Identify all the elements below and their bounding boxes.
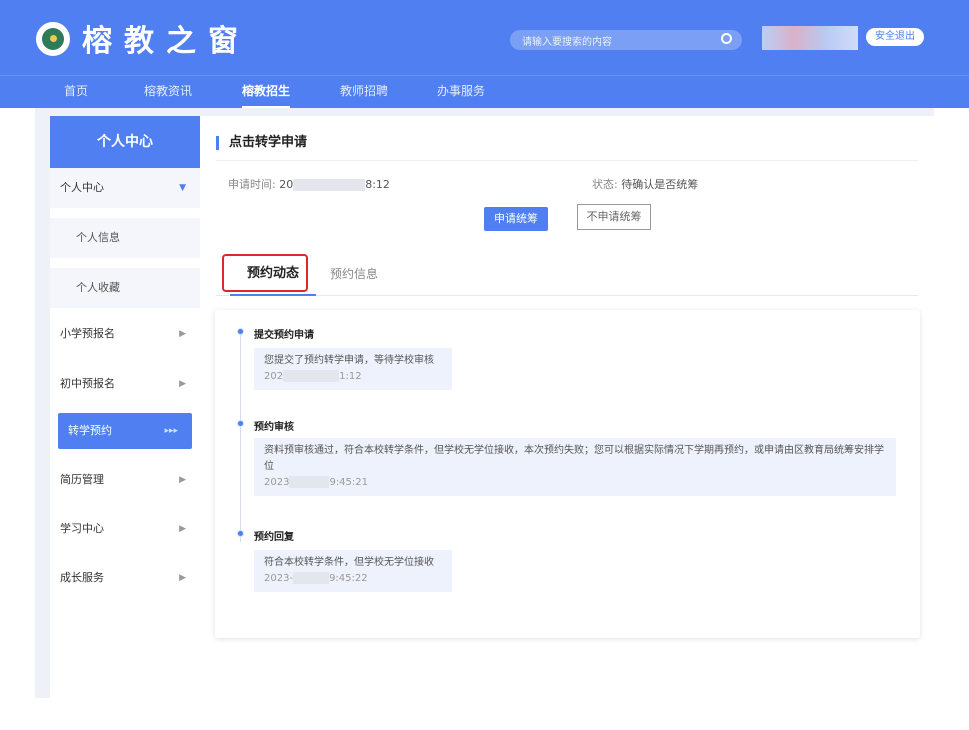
logout-button[interactable]: 安全退出 [866,28,924,46]
sidebar-item-label: 小学预报名 [60,327,115,340]
sidebar-item-primary-prereg[interactable]: 小学预报名 ▶ [50,314,200,354]
chevron-right-icon: ▶ [179,379,186,389]
sidebar-item-personal-center[interactable]: 个人中心 ▼ [50,168,200,208]
apply-time-label: 申请时间: [228,178,276,191]
timeline-line [240,330,241,542]
sidebar-item-label: 转学预约 [68,424,112,437]
status-value: 待确认是否统筹 [621,178,699,191]
sidebar-item-transfer[interactable]: 转学预约 ▸▸▸ [58,413,192,449]
sidebar-item-label: 个人中心 [60,181,104,194]
timeline-date: 202 1:12 [264,370,362,382]
apply-time-prefix: 20 [279,178,294,191]
nav-item-services[interactable]: 办事服务 [437,76,485,109]
app-window: 榕教之窗 请输入要搜索的内容 安全退出 首页 榕教资讯 榕教招生 教师招聘 办事… [0,0,969,730]
main-nav: 首页 榕教资讯 榕教招生 教师招聘 办事服务 [0,75,969,109]
highlight-annotation [222,254,308,292]
divider [216,160,918,161]
user-info-redacted [762,26,858,50]
apply-coordination-button[interactable]: 申请统筹 [484,207,548,231]
tab-appointment-info[interactable]: 预约信息 [330,256,378,296]
timeline-entry: 符合本校转学条件，但学校无学位接收 2023- 9:45:22 [254,550,452,592]
apply-time: 申请时间: 20 8:12 [228,176,390,192]
timeline-date: 2023 9:45:21 [264,476,369,488]
search-input[interactable]: 请输入要搜索的内容 [510,30,742,50]
timeline-card: 提交预约申请 您提交了预约转学申请，等待学校审核 202 1:12 预约审核 资料… [215,310,920,638]
apply-time-suffix: 8:12 [365,178,390,191]
timeline-text: 资料预审核通过，符合本校转学条件，但学校无学位接收，本次预约失败；您可以根据实际… [264,445,884,472]
tab-bar: 预约动态 预约信息 [216,256,918,296]
chevron-right-icon: ▶ [179,573,186,583]
nav-item-news[interactable]: 榕教资讯 [144,76,192,109]
timeline-title: 提交预约申请 [254,330,314,341]
site-logo-icon[interactable] [36,22,70,56]
timeline-text: 符合本校转学条件，但学校无学位接收 [264,557,434,568]
sidebar: 个人中心 个人中心 ▼ 个人信息 个人收藏 小学预报名 ▶ 初中预报名 ▶ 转学… [50,116,200,698]
chevron-right-icon: ▶ [179,475,186,485]
page-title: 点击转学申请 [216,136,307,150]
sidebar-item-label: 成长服务 [60,571,104,584]
redacted-block [293,179,366,191]
sidebar-item-label: 简历管理 [60,473,104,486]
sidebar-item-favorites[interactable]: 个人收藏 [50,268,200,308]
status-label: 状态: [592,178,618,191]
decline-coordination-button[interactable]: 不申请统筹 [577,204,651,230]
top-header: 榕教之窗 请输入要搜索的内容 安全退出 [0,0,969,75]
timeline-title: 预约审核 [254,422,294,433]
timeline-title: 预约回复 [254,532,294,543]
timeline-entry: 资料预审核通过，符合本校转学条件，但学校无学位接收，本次预约失败；您可以根据实际… [254,438,896,496]
timeline-text: 您提交了预约转学申请，等待学校审核 [264,355,434,366]
sidebar-item-label: 初中预报名 [60,377,115,390]
sidebar-item-middle-prereg[interactable]: 初中预报名 ▶ [50,364,200,404]
timeline-entry: 您提交了预约转学申请，等待学校审核 202 1:12 [254,348,452,390]
timeline-date: 2023- 9:45:22 [264,572,368,584]
sidebar-item-resume[interactable]: 简历管理 ▶ [50,460,200,500]
search-placeholder: 请输入要搜索的内容 [522,37,612,48]
status: 状态: 待确认是否统筹 [592,176,698,192]
timeline-dot [237,420,244,427]
timeline-dot [237,530,244,537]
chevron-right-icon: ▶ [179,524,186,534]
main-panel: 点击转学申请 申请时间: 20 8:12 状态: 待确认是否统筹 申请统筹 不申请… [200,116,934,698]
nav-item-home[interactable]: 首页 [64,76,88,109]
site-title: 榕教之窗 [82,24,250,59]
sidebar-item-growth[interactable]: 成长服务 ▶ [50,558,200,598]
nav-item-teacher-recruit[interactable]: 教师招聘 [340,76,388,109]
nav-item-enrollment[interactable]: 榕教招生 [242,76,291,109]
chevron-right-icon: ▶ [179,329,186,339]
search-icon[interactable] [721,33,732,44]
sidebar-item-personal-info[interactable]: 个人信息 [50,218,200,258]
sidebar-header: 个人中心 [50,116,200,168]
chevron-down-icon: ▼ [179,183,186,193]
triple-chevron-icon: ▸▸▸ [164,426,178,436]
sidebar-item-label: 学习中心 [60,522,104,535]
timeline-dot [237,328,244,335]
sidebar-item-learning[interactable]: 学习中心 ▶ [50,509,200,549]
